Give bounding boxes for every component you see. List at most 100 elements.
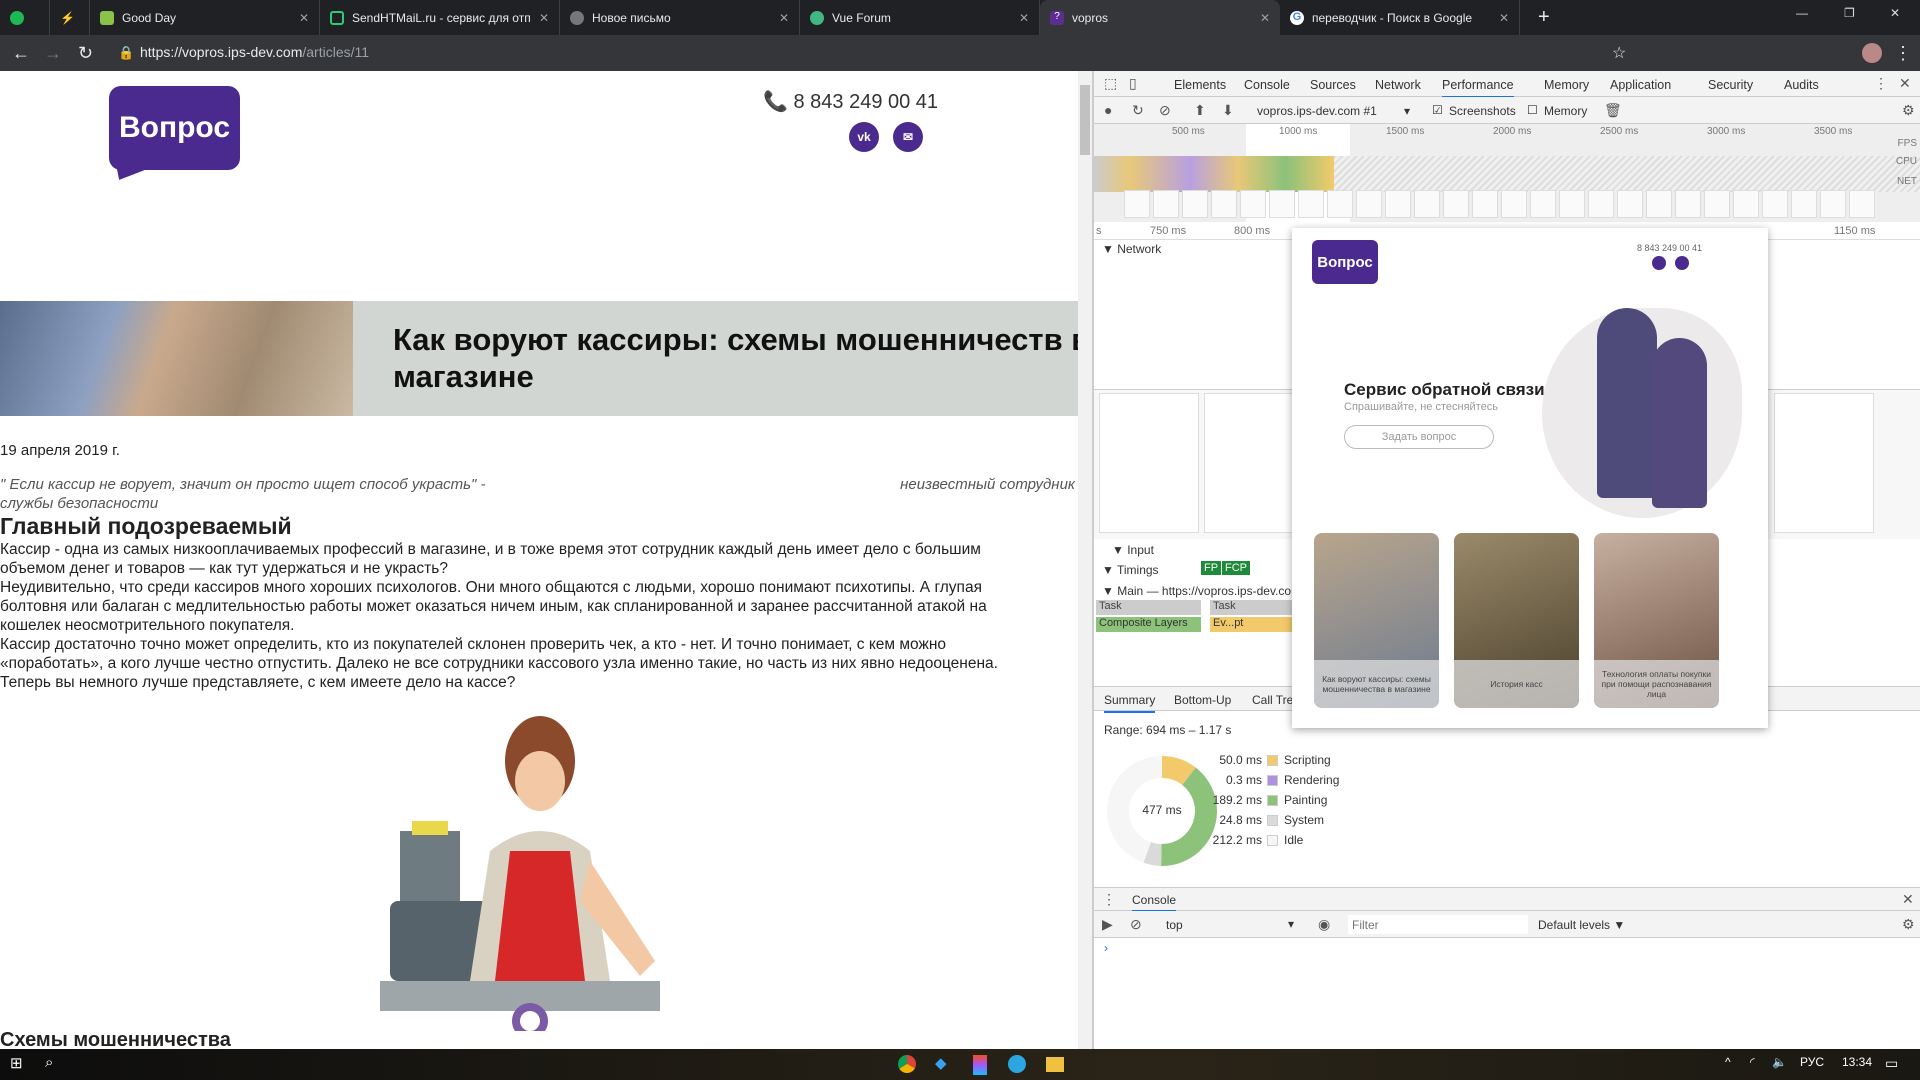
screenshots-checkbox[interactable]: ☑: [1432, 103, 1443, 117]
filmstrip-frame[interactable]: [1791, 190, 1817, 218]
back-icon[interactable]: ←: [12, 43, 30, 64]
tab-network[interactable]: Network: [1375, 78, 1421, 92]
eye-icon[interactable]: ◉: [1318, 916, 1330, 933]
site-logo[interactable]: Вопрос: [109, 86, 240, 170]
phone-number[interactable]: 📞 8 843 249 00 41: [763, 89, 938, 114]
tab-vopros[interactable]: ? vopros ✕: [1040, 0, 1280, 35]
network-track[interactable]: ▼ Network: [1102, 242, 1161, 256]
figma-icon[interactable]: [973, 1055, 987, 1075]
telegram-icon[interactable]: [1008, 1055, 1026, 1073]
close-icon[interactable]: ✕: [299, 11, 309, 25]
console-filter-input[interactable]: [1348, 915, 1528, 934]
filmstrip-frame[interactable]: [1240, 190, 1266, 218]
reload-record-icon[interactable]: ↻: [1132, 102, 1144, 119]
file-explorer-icon[interactable]: [1046, 1057, 1064, 1072]
filmstrip-frame[interactable]: [1153, 190, 1179, 218]
clear-icon[interactable]: ⊘: [1159, 102, 1171, 119]
target-select[interactable]: vopros.ips-dev.com #1: [1257, 104, 1377, 118]
tab-google[interactable]: Gпереводчик - Поиск в Google ✕: [1280, 0, 1520, 35]
close-icon[interactable]: ✕: [1499, 11, 1509, 25]
chrome-icon[interactable]: [898, 1055, 916, 1073]
filmstrip-frame[interactable]: [1182, 190, 1208, 218]
scrollbar-thumb[interactable]: [1080, 85, 1090, 155]
wifi-icon[interactable]: ◜: [1750, 1055, 1755, 1069]
clear-console-icon[interactable]: ⊘: [1130, 916, 1142, 933]
filmstrip-frame[interactable]: [1675, 190, 1701, 218]
filmstrip-frame[interactable]: [1124, 190, 1150, 218]
context-select[interactable]: top: [1166, 918, 1183, 932]
timings-track[interactable]: ▼ Timings: [1102, 563, 1159, 577]
close-drawer-icon[interactable]: ✕: [1902, 891, 1914, 908]
tab-spotify[interactable]: [0, 0, 50, 35]
filmstrip-frame[interactable]: [1820, 190, 1846, 218]
close-devtools-icon[interactable]: ✕: [1899, 75, 1911, 92]
chevron-down-icon[interactable]: ▾: [1404, 104, 1410, 118]
filmstrip-frame[interactable]: [1327, 190, 1353, 218]
drawer-tab-console[interactable]: Console: [1132, 893, 1177, 912]
tab-application[interactable]: Application: [1610, 78, 1671, 92]
vk-icon[interactable]: vk: [849, 122, 879, 152]
task-block[interactable]: Task: [1096, 600, 1201, 615]
chevron-down-icon[interactable]: ▾: [1288, 917, 1294, 931]
vscode-icon[interactable]: ◆: [935, 1054, 947, 1072]
memory-checkbox[interactable]: ☐: [1527, 103, 1538, 117]
close-window-button[interactable]: ✕: [1890, 6, 1900, 20]
record-icon[interactable]: ●: [1104, 102, 1112, 118]
console-settings-icon[interactable]: ⚙: [1902, 916, 1915, 933]
filmstrip-frame[interactable]: [1704, 190, 1730, 218]
tab-goodday[interactable]: Good Day ✕: [90, 0, 320, 35]
composite-layers-block[interactable]: Composite Layers: [1096, 617, 1201, 632]
fcp-marker[interactable]: FCP: [1222, 561, 1250, 575]
menu-icon[interactable]: ⋮: [1894, 43, 1912, 64]
filmstrip-frame[interactable]: [1733, 190, 1759, 218]
trash-icon[interactable]: 🗑: [1604, 102, 1622, 119]
search-icon[interactable]: ⌕: [45, 1054, 53, 1071]
tab-elements[interactable]: Elements: [1174, 78, 1226, 92]
bottom-tab[interactable]: Call Tre: [1252, 693, 1293, 707]
log-levels-select[interactable]: Default levels ▼: [1538, 918, 1625, 932]
tab-security[interactable]: Security: [1708, 78, 1753, 92]
filmstrip-frame[interactable]: [1298, 190, 1324, 218]
filmstrip-frame[interactable]: [1443, 190, 1469, 218]
filmstrip-frame[interactable]: [1385, 190, 1411, 218]
gear-icon[interactable]: ⚙: [1902, 102, 1915, 119]
clock[interactable]: 13:34: [1842, 1055, 1872, 1069]
volume-icon[interactable]: 🔈: [1772, 1055, 1787, 1069]
filmstrip-frame[interactable]: [1211, 190, 1237, 218]
console-prompt[interactable]: ›: [1104, 941, 1108, 955]
download-icon[interactable]: ⬇: [1222, 102, 1234, 119]
filmstrip-frame[interactable]: [1762, 190, 1788, 218]
url-input[interactable]: https://vopros.ips-dev.com/articles/11: [140, 44, 369, 60]
close-icon[interactable]: ✕: [539, 11, 549, 25]
forward-icon[interactable]: →: [44, 43, 62, 64]
avatar[interactable]: [1862, 43, 1882, 63]
filmstrip-frame[interactable]: [1849, 190, 1875, 218]
tab-new-mail[interactable]: Новое письмо ✕: [560, 0, 800, 35]
filmstrip-frame[interactable]: [1414, 190, 1440, 218]
star-icon[interactable]: ☆: [1612, 43, 1626, 63]
tab-memory[interactable]: Memory: [1544, 78, 1589, 92]
filmstrip-frame[interactable]: [1588, 190, 1614, 218]
fp-marker[interactable]: FP: [1201, 561, 1222, 575]
notifications-icon[interactable]: ▭: [1885, 1055, 1898, 1072]
main-track[interactable]: ▼ Main — https://vopros.ips-dev.com/a: [1102, 584, 1294, 598]
close-icon[interactable]: ✕: [1019, 11, 1029, 25]
tab-console[interactable]: Console: [1244, 78, 1290, 92]
event-block[interactable]: Ev...pt: [1210, 617, 1294, 632]
tab-vue-forum[interactable]: Vue Forum ✕: [800, 0, 1040, 35]
filmstrip-frame[interactable]: [1472, 190, 1498, 218]
reload-icon[interactable]: ↻: [78, 43, 93, 64]
filmstrip-frame[interactable]: [1356, 190, 1382, 218]
task-block[interactable]: Task: [1210, 600, 1294, 615]
tab-audits[interactable]: Audits: [1784, 78, 1819, 92]
tab-sendhtmail[interactable]: SendHTMaiL.ru - сервис для отп ✕: [320, 0, 560, 35]
filmstrip-frame[interactable]: [1559, 190, 1585, 218]
restore-button[interactable]: ❐: [1844, 6, 1855, 20]
tab-performance[interactable]: Performance: [1442, 78, 1514, 98]
tray-chevron-icon[interactable]: ^: [1725, 1055, 1731, 1069]
filmstrip-frame[interactable]: [1617, 190, 1643, 218]
page-scrollbar[interactable]: [1078, 71, 1093, 1049]
mail-icon[interactable]: ✉: [893, 122, 923, 152]
more-icon[interactable]: ⋮: [1874, 75, 1888, 92]
input-track[interactable]: ▼ Input: [1112, 543, 1154, 557]
